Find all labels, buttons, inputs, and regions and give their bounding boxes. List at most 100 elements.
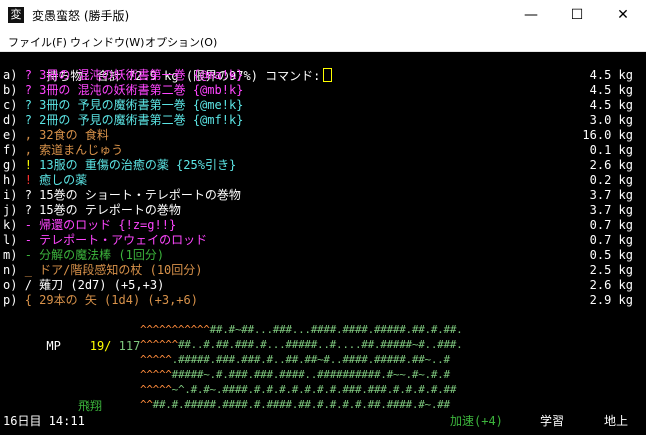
app-icon: 変 [8, 7, 24, 23]
item-weight: 2.6 kg [589, 158, 633, 172]
inventory-item[interactable]: j) ? 15巻の テレポートの巻物 3.7 kg [3, 203, 643, 218]
tree-tiles: ~^.#.#~.####.#.#.#.#.#.#.#.###.###.#.#.#… [171, 383, 457, 396]
inventory-item[interactable]: l) - テレポート・アウェイのロッド 0.7 kg [3, 233, 643, 248]
mountain-tiles: ^^^^^^^^^^^ [140, 323, 210, 336]
item-symbol: ! [24, 158, 32, 172]
inventory-item[interactable]: i) ? 15巻の ショート・テレポートの巻物 3.7 kg [3, 188, 643, 203]
item-letter: d) [3, 113, 18, 127]
item-weight: 2.5 kg [589, 263, 633, 277]
item-letter: a) [3, 68, 18, 82]
game-time: 16日目 14:11 [3, 414, 85, 428]
inventory-item[interactable]: h) ! 癒しの薬 0.2 kg [3, 173, 643, 188]
item-name: 3冊の 混沌の妖術書第二巻 {@mb!k} [39, 83, 244, 97]
item-name: 薙刀 (2d7) (+5,+3) [39, 278, 165, 292]
inventory-item[interactable]: b) ? 3冊の 混沌の妖術書第二巻 {@mb!k} 4.5 kg [3, 83, 643, 98]
map-row: ^^^^^^##..#.##.###.#...#####..#....##.##… [140, 337, 463, 352]
item-name: 分解の魔法棒 (1回分) [39, 248, 165, 262]
minimize-button[interactable]: — [508, 0, 554, 31]
item-symbol: , [24, 128, 32, 142]
item-letter: c) [3, 98, 18, 112]
item-weight: 2.9 kg [589, 293, 633, 307]
item-letter: e) [3, 128, 18, 142]
depth-status: 地上 [604, 414, 629, 428]
item-letter: h) [3, 173, 18, 187]
inventory-item[interactable]: o) / 薙刀 (2d7) (+5,+3) 2.6 kg [3, 278, 643, 293]
item-name: 29本の 矢 (1d4) (+3,+6) [39, 293, 198, 307]
item-weight: 4.5 kg [589, 83, 633, 97]
item-weight: 0.1 kg [589, 143, 633, 157]
map-row: ^^^^^~^.#.#~.####.#.#.#.#.#.#.#.###.###.… [140, 382, 456, 397]
title-bar: 変 変愚蛮怒 (勝手版) — ☐ ✕ [0, 0, 646, 31]
item-weight: 3.7 kg [589, 188, 633, 202]
item-weight: 3.7 kg [589, 203, 633, 217]
item-name: 癒しの薬 [39, 173, 88, 187]
item-weight: 0.5 kg [589, 248, 633, 262]
mountain-tiles: ^^^^^ [140, 353, 172, 366]
item-name: 15巻の ショート・テレポートの巻物 [39, 188, 241, 202]
item-name: 15巻の テレポートの巻物 [39, 203, 181, 217]
item-symbol: - [24, 248, 32, 262]
item-letter: k) [3, 218, 18, 232]
item-weight: 0.7 kg [589, 218, 633, 232]
item-letter: f) [3, 143, 18, 157]
game-window: 変 変愚蛮怒 (勝手版) — ☐ ✕ ファイル(F) ウィンドウ(W) オプショ… [0, 0, 646, 435]
inventory-item[interactable]: m) - 分解の魔法棒 (1回分) 0.5 kg [3, 248, 643, 263]
item-letter: g) [3, 158, 18, 172]
item-weight: 3.0 kg [589, 113, 633, 127]
item-name: 索道まんじゅう [39, 143, 124, 157]
item-symbol: ? [24, 188, 32, 202]
maximize-button[interactable]: ☐ [554, 0, 600, 31]
mountain-tiles: ^^ [140, 398, 153, 411]
item-letter: n) [3, 263, 18, 277]
mp-max: 117 [118, 339, 141, 353]
item-weight: 0.2 kg [589, 173, 633, 187]
inventory-item[interactable]: n) _ ドア/階段感知の杖 (10回分) 2.5 kg [3, 263, 643, 278]
inventory-header: 持ち物: 合計 72.9 kg (限界の97%) コマンド: [3, 53, 643, 83]
map-row: ^^^^^#####~.#.###.###.####..##########.#… [140, 367, 450, 382]
mountain-tiles: ^^^^^ [140, 368, 172, 381]
item-symbol: ! [24, 173, 32, 187]
mountain-tiles: ^^^^^ [140, 383, 172, 396]
mp-label: MP [46, 339, 61, 353]
item-letter: i) [3, 188, 18, 202]
menu-options[interactable]: オプション(O) [145, 34, 217, 50]
item-weight: 0.7 kg [589, 233, 633, 247]
menu-file[interactable]: ファイル(F) [8, 34, 67, 50]
inventory-item[interactable]: p) { 29本の 矢 (1d4) (+3,+6) 2.9 kg [3, 293, 643, 308]
item-letter: o) [3, 278, 18, 292]
inventory-item[interactable]: a) ? 3冊の 混沌の妖術書第一巻 {@ma!k} 4.5 kg [3, 68, 643, 83]
item-symbol: - [24, 218, 32, 232]
menu-bar: ファイル(F) ウィンドウ(W) オプション(O) [0, 31, 646, 52]
inventory-item[interactable]: f) , 索道まんじゅう 0.1 kg [3, 143, 643, 158]
item-name: 32食の 食料 [39, 128, 109, 142]
item-symbol: - [24, 233, 32, 247]
inventory-item[interactable]: g) ! 13服の 重傷の治癒の薬 {25%引き} 2.6 kg [3, 158, 643, 173]
menu-window[interactable]: ウィンドウ(W) [70, 34, 144, 50]
speed-status: 加速(+4) [450, 414, 503, 428]
map-row: ^^##.#.#####.####.#.####.##.#.#.#.#.##.#… [140, 397, 450, 412]
inventory-item[interactable]: c) ? 3冊の 予見の魔術書第一巻 {@me!k} 4.5 kg [3, 98, 643, 113]
item-symbol: { [24, 293, 32, 307]
item-weight: 2.6 kg [589, 278, 633, 292]
inventory-item[interactable]: k) - 帰還のロッド {!z=g!!} 0.7 kg [3, 218, 643, 233]
item-weight: 16.0 kg [582, 128, 633, 142]
mountain-tiles: ^^^^^^ [140, 338, 178, 351]
tree-tiles: ##.#~##...###...####.####.#####.##.#.##. [209, 323, 463, 336]
item-name: ドア/階段感知の杖 (10回分) [39, 263, 203, 277]
tree-tiles: ##.#.#####.####.#.####.##.#.#.#.#.##.###… [152, 398, 450, 411]
window-title: 変愚蛮怒 (勝手版) [32, 9, 130, 23]
item-symbol: / [24, 278, 32, 292]
item-name: 13服の 重傷の治癒の薬 {25%引き} [39, 158, 237, 172]
item-name: テレポート・アウェイのロッド [39, 233, 208, 247]
map-row: ^^^^^.#####.###.###.#..##.##~#..####.###… [140, 352, 450, 367]
close-button[interactable]: ✕ [600, 0, 646, 31]
item-weight: 4.5 kg [589, 68, 633, 82]
mp-display: MP 19/ 117 [3, 324, 140, 353]
tree-tiles: #####~.#.###.###.####..##########.#~~.#~… [171, 368, 451, 381]
item-name: 帰還のロッド {!z=g!!} [39, 218, 177, 232]
inventory-item[interactable]: e) , 32食の 食料 16.0 kg [3, 128, 643, 143]
item-letter: m) [3, 248, 18, 262]
inventory-item[interactable]: d) ? 2冊の 予見の魔術書第二巻 {@mf!k} 3.0 kg [3, 113, 643, 128]
map-row: ^^^^^^^^^^^##.#~##...###...####.####.###… [140, 322, 463, 337]
item-letter: p) [3, 293, 18, 307]
